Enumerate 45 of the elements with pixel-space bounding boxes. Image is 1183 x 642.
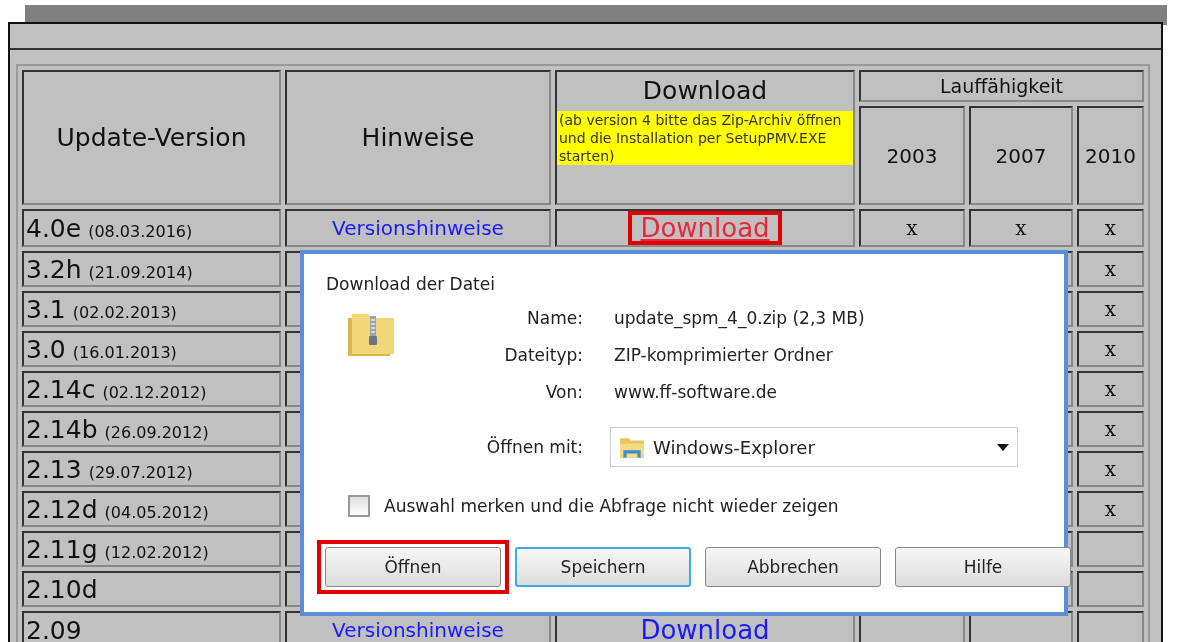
compat-mark: x — [1104, 457, 1117, 481]
version-cell: 3.2h (21.09.2014) — [22, 251, 281, 287]
column-header: Hinweise — [285, 70, 551, 205]
column-header: 2003 — [859, 106, 965, 205]
field-label: Dateityp: — [503, 345, 583, 365]
version-cell: 2.14c (02.12.2012) — [22, 371, 281, 407]
version-cell: 2.12d (04.05.2012) — [22, 491, 281, 527]
field-label: Von: — [544, 382, 583, 402]
compat-mark: x — [1104, 417, 1117, 441]
version-cell: 4.0e (08.03.2016) — [22, 209, 281, 247]
dialog-button[interactable]: Öffnen — [325, 547, 501, 587]
version-cell: 2.11g (12.02.2012) — [22, 531, 281, 567]
compat-mark: x — [1104, 216, 1117, 240]
column-header: 2007 — [969, 106, 1073, 205]
field-label: Öffnen mit: — [485, 437, 583, 457]
compat-mark: x — [1104, 337, 1117, 361]
compat-mark: x — [906, 216, 918, 240]
version-cell: 2.13 (29.07.2012) — [22, 451, 281, 487]
field-value: ZIP-komprimierter Ordner — [614, 345, 834, 365]
compat-mark: x — [1104, 497, 1117, 521]
compat-mark: x — [1015, 216, 1027, 240]
column-header: Lauffähigkeit — [859, 70, 1144, 102]
download-note: (ab version 4 bitte das Zip-Archiv öffnen und die Installation per SetupPMV.EXE starten) — [557, 111, 853, 165]
column-header: Update-Version — [22, 70, 281, 205]
field-label: Name: — [526, 308, 583, 328]
field-value: update_spm_4_0.zip (2,3 MB) — [614, 308, 866, 328]
dialog-button[interactable]: Hilfe — [895, 547, 1071, 587]
folder-icon — [619, 435, 645, 459]
compat-mark: x — [1104, 257, 1117, 281]
compat-mark: x — [1104, 377, 1117, 401]
open-with-dropdown[interactable]: Windows-Explorer — [610, 427, 1018, 467]
version-cell: 3.0 (16.01.2013) — [22, 331, 281, 367]
version-cell: 2.10d — [22, 571, 281, 607]
column-header: 2010 — [1077, 106, 1144, 205]
dialog-title: Download der Datei — [325, 273, 496, 294]
compat-mark: x — [1104, 297, 1117, 321]
dialog-button[interactable]: Abbrechen — [705, 547, 881, 587]
version-cell: 3.1 (02.02.2013) — [22, 291, 281, 327]
checkbox[interactable] — [348, 495, 370, 517]
checkbox-label: Auswahl merken und die Abfrage nicht wieder zeigen — [384, 496, 839, 516]
version-cell: 2.14b (26.09.2012) — [22, 411, 281, 447]
field-value: www.ff-software.de — [614, 382, 779, 402]
column-header: Download — [641, 75, 769, 107]
version-cell: 2.09 — [22, 611, 281, 642]
dialog-button[interactable]: Speichern — [515, 547, 691, 587]
